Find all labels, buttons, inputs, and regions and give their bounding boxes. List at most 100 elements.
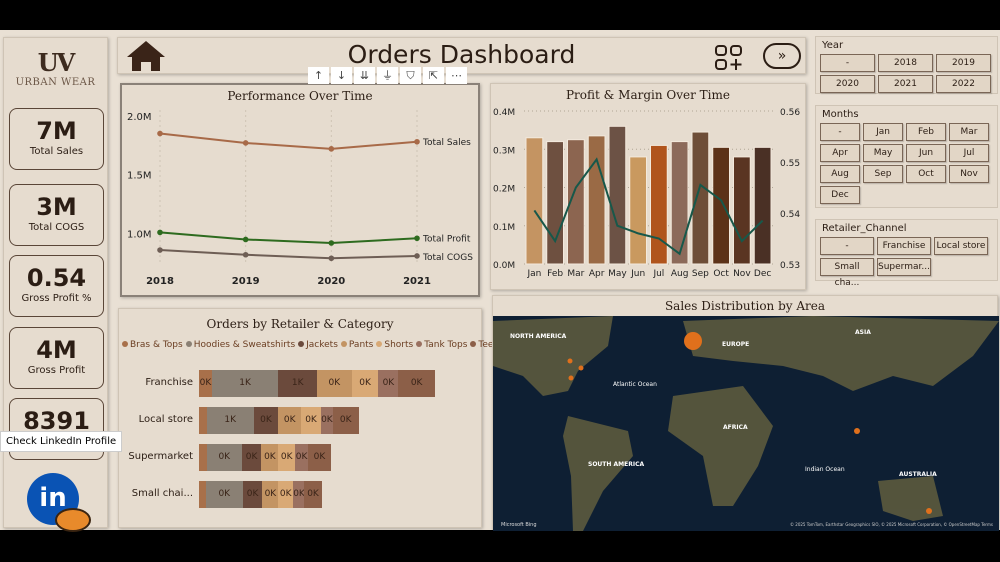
bar[interactable] [629, 156, 647, 265]
bar-segment[interactable]: 0K [351, 370, 379, 397]
more-options-icon[interactable]: ⋯ [446, 67, 467, 84]
bar-segment[interactable]: 0K [206, 444, 242, 471]
data-point[interactable] [242, 236, 249, 243]
bar-segment[interactable] [199, 407, 207, 434]
map-credit[interactable]: © 2025 TomTom, Earthstar Geographics SIO… [790, 522, 993, 527]
performance-chart[interactable]: Performance Over Time 1.0M 1.5M 2.0M 2018 20… [120, 83, 480, 297]
bar-segment[interactable]: 0K [261, 444, 279, 471]
bar[interactable] [608, 125, 627, 265]
y-tick-label: 0.2M [493, 185, 515, 195]
slicer-option[interactable]: Feb [906, 123, 946, 141]
bar-segment[interactable]: 1K [206, 407, 254, 434]
bar-segment[interactable]: 0K [378, 370, 399, 397]
bar[interactable] [691, 131, 710, 265]
slicer-option[interactable]: 2019 [936, 54, 991, 72]
data-point[interactable] [414, 138, 420, 145]
slicer-option[interactable]: Dec [820, 186, 860, 204]
focus-mode-icon[interactable]: ⇱ [423, 67, 444, 84]
slicer-option[interactable]: Mar [949, 123, 989, 141]
world-map[interactable]: NORTH AMERICA EUROPE ASIA Atlantic Ocean… [493, 316, 999, 531]
bar-segment[interactable]: 0K [205, 481, 243, 508]
sales-map[interactable]: Sales Distribution by Area NORTH AMERICA… [492, 295, 999, 531]
bar[interactable] [712, 146, 730, 265]
map-label: SOUTH AMERICA [588, 461, 644, 468]
legend-label[interactable]: Shorts [384, 340, 413, 350]
drill-up-icon[interactable]: ↑ [308, 67, 329, 84]
next-page-button[interactable]: » [763, 43, 801, 69]
data-point[interactable] [328, 255, 335, 262]
legend-label[interactable]: Bras & Tops [130, 340, 183, 350]
data-point[interactable] [414, 253, 420, 259]
legend-label[interactable]: Pants [349, 340, 373, 350]
slicer-option[interactable]: 2022 [936, 75, 991, 93]
drill-down-icon[interactable]: ↓ [331, 67, 352, 84]
slicer-option[interactable]: Small cha... [820, 258, 874, 288]
profit-margin-chart[interactable]: Profit & Margin Over Time 0.0M 0.1M 0.2M 0.… [490, 83, 806, 290]
bar-segment[interactable]: 0K [253, 407, 279, 434]
bar[interactable] [546, 141, 564, 265]
kpi-sidebar: UV URBAN WEAR 7M Total Sales 3M Total COGS… [3, 37, 108, 528]
slicer-option[interactable]: Nov [949, 165, 989, 183]
bar-segment[interactable]: 0K [199, 370, 212, 397]
slicer-option[interactable]: Jun [906, 144, 946, 162]
data-point[interactable] [157, 247, 163, 253]
slicer-option[interactable]: Apr [820, 144, 860, 162]
slicer-option[interactable]: - [820, 54, 875, 72]
data-point[interactable] [157, 130, 163, 137]
bar[interactable] [670, 141, 689, 265]
slicer-option[interactable]: Franchise [877, 237, 931, 255]
bar-segment[interactable]: 0K [308, 444, 331, 471]
slicer-option[interactable]: Jan [863, 123, 903, 141]
filter-icon[interactable]: ⛉ [400, 67, 421, 84]
bar-segment[interactable]: 0K [332, 407, 359, 434]
data-point[interactable] [328, 146, 335, 152]
slicer-option[interactable]: Aug [820, 165, 860, 183]
legend-label[interactable]: Tank Tops [424, 340, 467, 350]
bar-segment[interactable]: 0K [320, 407, 333, 434]
kpi-label: Total Sales [29, 146, 84, 157]
slicer-option[interactable]: Jul [949, 144, 989, 162]
bar[interactable] [753, 146, 772, 265]
slicer-option[interactable]: 2020 [820, 75, 875, 93]
slicer-option[interactable]: Oct [906, 165, 946, 183]
data-point[interactable] [328, 240, 335, 246]
bar-segment[interactable]: 0K [317, 370, 352, 397]
data-point[interactable] [414, 235, 420, 242]
slicer-option[interactable]: - [820, 237, 874, 255]
bar[interactable] [587, 135, 606, 265]
bar-segment[interactable]: 0K [278, 407, 302, 434]
slicer-option[interactable]: 2021 [878, 75, 933, 93]
bar-segment[interactable]: 0K [398, 370, 435, 397]
bar-segment[interactable]: 1K [211, 370, 279, 397]
bar[interactable] [733, 156, 751, 265]
bar-segment[interactable]: 0K [242, 481, 263, 508]
slicer-option[interactable]: Supermar... [877, 258, 931, 276]
next-level-icon[interactable]: ⇊ [354, 67, 375, 84]
orders-chart[interactable]: Orders by Retailer & Category Bras & Top… [118, 308, 498, 528]
legend-label[interactable]: Jackets [306, 340, 338, 350]
bar[interactable] [650, 144, 668, 265]
grid-add-icon[interactable] [713, 44, 745, 72]
slicer-option[interactable]: Sep [863, 165, 903, 183]
data-point[interactable] [242, 140, 249, 146]
bar-segment[interactable]: 0K [295, 444, 309, 471]
bar-segment[interactable]: 0K [278, 444, 296, 471]
expand-hierarchy-icon[interactable]: ⏚ [377, 67, 398, 84]
slicer-option[interactable]: Local store [934, 237, 988, 255]
bar-segment[interactable]: 0K [301, 407, 321, 434]
bar-segment[interactable]: 0K [241, 444, 262, 471]
slicer-option[interactable]: May [863, 144, 903, 162]
bar-segment[interactable] [199, 481, 206, 508]
legend-label[interactable]: Hoodies & Sweatshirts [194, 340, 295, 350]
bar-segment[interactable]: 0K [278, 481, 294, 508]
bar[interactable] [525, 137, 544, 265]
data-point[interactable] [242, 251, 249, 258]
bar-segment[interactable]: 0K [262, 481, 279, 508]
bar-segment[interactable]: 0K [304, 481, 322, 508]
bar-segment[interactable]: 1K [278, 370, 317, 397]
slicer-option[interactable]: 2018 [878, 54, 933, 72]
bar-segment[interactable]: 0K [293, 481, 305, 508]
slicer-option[interactable]: - [820, 123, 860, 141]
bar-segment[interactable] [199, 444, 207, 471]
data-point[interactable] [157, 229, 163, 236]
